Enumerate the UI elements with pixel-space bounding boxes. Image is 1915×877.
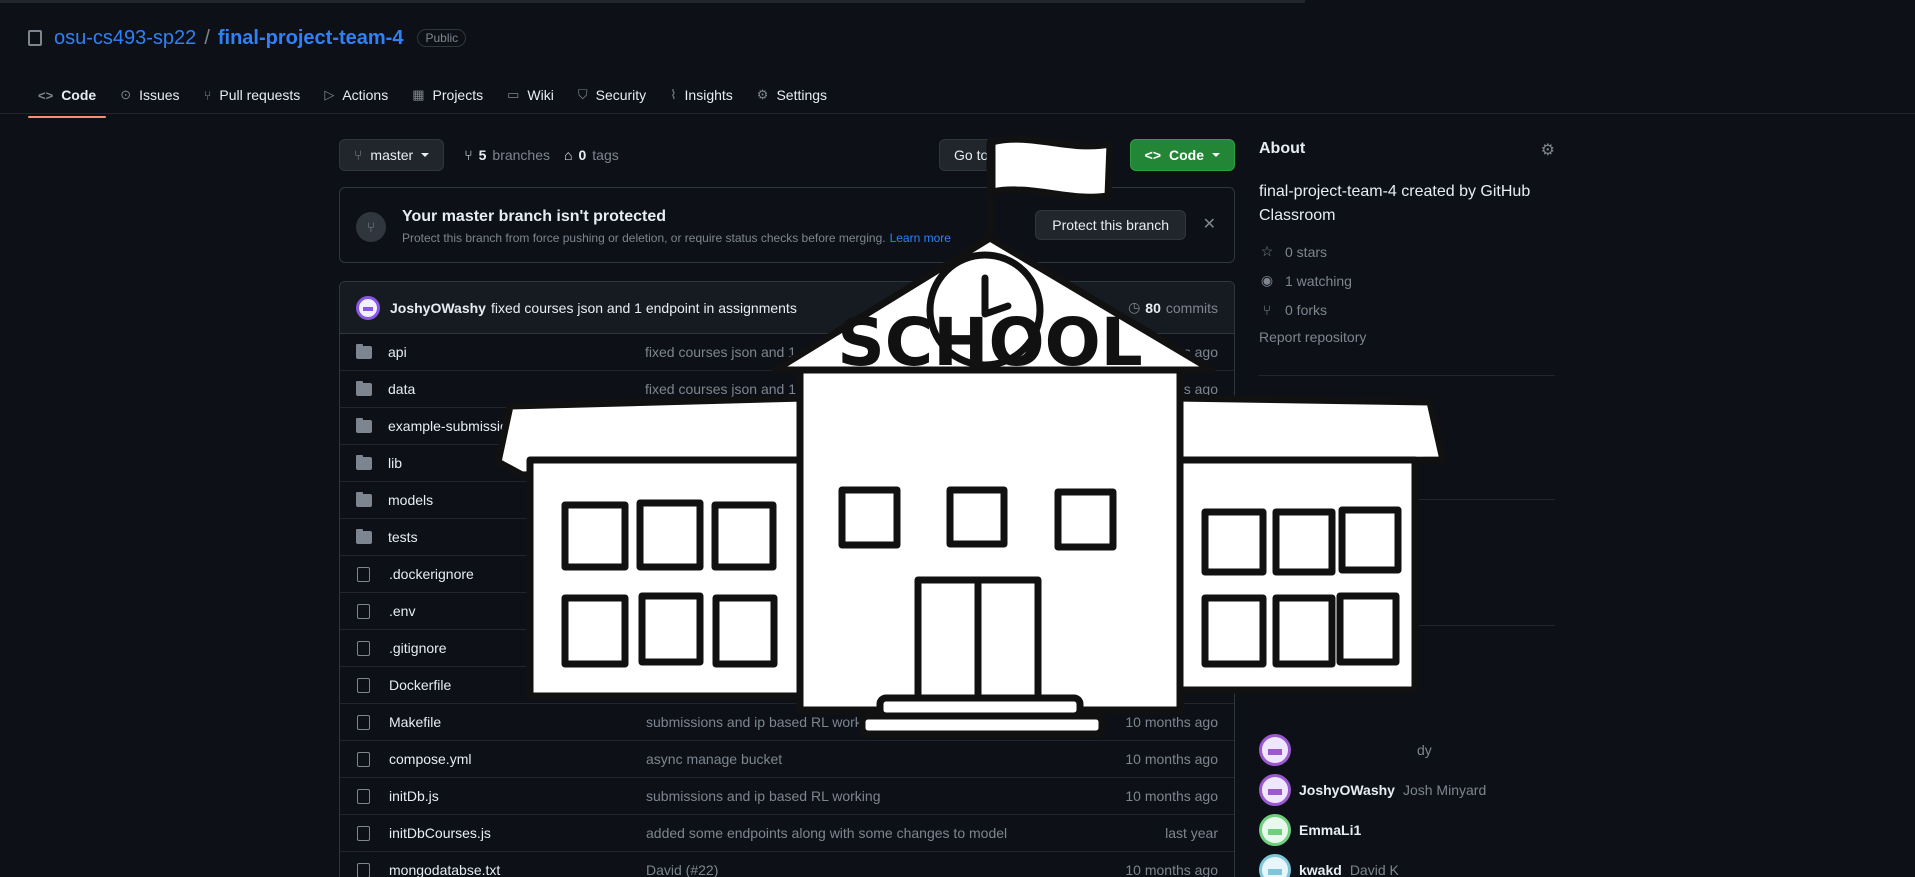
file-icon	[357, 788, 370, 804]
code-icon: <>	[38, 87, 54, 103]
tab-insights[interactable]: ⌇ Insights	[660, 78, 743, 112]
table-row[interactable]: mongodatabse.txt David (#22) 10 months ago	[340, 852, 1234, 877]
caret-down-icon	[421, 153, 430, 157]
file-icon	[357, 862, 370, 877]
tab-label: Pull requests	[219, 87, 301, 103]
file-age: 10 months ago	[1125, 788, 1218, 804]
school-building-illustration: SCHOOL	[494, 135, 1447, 738]
file-age: 10 months ago	[1125, 862, 1218, 877]
tab-label: Security	[595, 87, 647, 103]
file-icon	[357, 603, 370, 619]
contributor-login: JoshyOWashy	[1299, 782, 1395, 798]
table-row[interactable]: initDbCourses.js added some endpoints alo…	[340, 815, 1234, 852]
right-wing-roof	[1171, 394, 1447, 466]
avatar	[1259, 854, 1291, 877]
tab-label: Code	[61, 87, 97, 103]
repo-name-link[interactable]: final-project-team-4	[218, 27, 404, 50]
folder-icon	[356, 454, 372, 470]
file-icon	[357, 714, 370, 730]
folder-icon	[356, 528, 372, 544]
scroll-indicator	[0, 0, 1305, 3]
tab-wiki[interactable]: ▭ Wiki	[497, 78, 564, 112]
file-icon	[357, 566, 370, 582]
contributors-list: dy JoshyOWashy Josh Minyard EmmaLi1 kwak…	[1259, 730, 1555, 877]
tab-settings[interactable]: ⚙ Settings	[747, 78, 837, 112]
tab-pull-requests[interactable]: ⑂ Pull requests	[194, 78, 311, 112]
avatar	[1259, 814, 1291, 846]
avatar	[1259, 774, 1291, 806]
contributor-row[interactable]: JoshyOWashy Josh Minyard	[1259, 770, 1555, 810]
repo-owner-link[interactable]: osu-cs493-sp22	[54, 27, 196, 50]
tab-label: Insights	[684, 87, 733, 103]
branch-icon: ⑂	[356, 212, 386, 242]
play-icon: ▷	[324, 87, 335, 102]
gear-icon[interactable]: ⚙	[1541, 140, 1555, 160]
tab-label: Settings	[776, 87, 828, 103]
tab-label: Wiki	[527, 87, 554, 103]
tab-label: Actions	[342, 87, 389, 103]
file-icon	[357, 825, 370, 841]
repo-icon	[28, 30, 42, 46]
book-icon: ▭	[507, 87, 520, 102]
contributor-name: Josh Minyard	[1402, 782, 1487, 798]
tab-code[interactable]: <> Code	[28, 78, 107, 118]
school-sign-text: SCHOOL	[837, 304, 1142, 381]
tab-security[interactable]: ⛉ Security	[568, 78, 656, 112]
folder-icon	[356, 343, 372, 359]
file-age: last year	[1165, 825, 1218, 841]
tab-projects[interactable]: ▦ Projects	[402, 78, 493, 112]
file-icon	[357, 640, 370, 656]
issue-icon: ⊙	[120, 87, 132, 102]
contributor-row[interactable]: kwakd David K	[1259, 850, 1555, 877]
avatar[interactable]	[356, 295, 380, 320]
tab-issues[interactable]: ⊙ Issues	[110, 78, 189, 112]
repo-header: osu-cs493-sp22 / final-project-team-4 Pu…	[28, 26, 467, 50]
visibility-badge: Public	[417, 29, 467, 47]
file-commit-message[interactable]: added some endpoints along with some cha…	[646, 825, 1218, 841]
folder-icon	[356, 417, 372, 433]
contributor-row[interactable]: EmmaLi1	[1259, 810, 1555, 850]
file-icon	[357, 751, 370, 767]
path-separator: /	[204, 26, 210, 49]
folder-icon	[356, 491, 372, 507]
branch-select-button[interactable]: ⑂ master	[339, 139, 445, 171]
branch-icon: ⑂	[354, 147, 363, 163]
file-name-link[interactable]: compose.yml	[389, 751, 646, 767]
contributor-login: EmmaLi1	[1299, 822, 1362, 838]
graph-icon: ⌇	[670, 87, 677, 102]
tab-label: Projects	[432, 87, 484, 103]
shield-icon: ⛉	[577, 87, 588, 102]
branch-name: master	[370, 147, 414, 163]
contributor-login: kwakd	[1299, 862, 1342, 877]
file-age: 10 months ago	[1125, 751, 1218, 767]
tab-actions[interactable]: ▷ Actions	[314, 78, 398, 112]
table-row[interactable]: initDb.js submissions and ip based RL wor…	[340, 778, 1234, 815]
contributor-name: David K	[1349, 862, 1399, 877]
file-icon	[357, 677, 370, 693]
folder-icon	[356, 380, 372, 396]
gear-icon: ⚙	[756, 87, 769, 102]
nav-divider	[0, 113, 1915, 114]
table-icon: ▦	[412, 87, 425, 102]
file-name-link[interactable]: mongodatabse.txt	[389, 862, 646, 877]
pull-request-icon: ⑂	[203, 87, 212, 103]
tab-label: Issues	[139, 87, 180, 103]
file-name-link[interactable]: initDb.js	[389, 788, 646, 804]
repo-nav-tabs: <> Code ⊙ Issues ⑂ Pull requests ▷ Actions ▦…	[28, 78, 837, 118]
file-name-link[interactable]: initDbCourses.js	[389, 825, 646, 841]
flag	[988, 135, 1114, 201]
